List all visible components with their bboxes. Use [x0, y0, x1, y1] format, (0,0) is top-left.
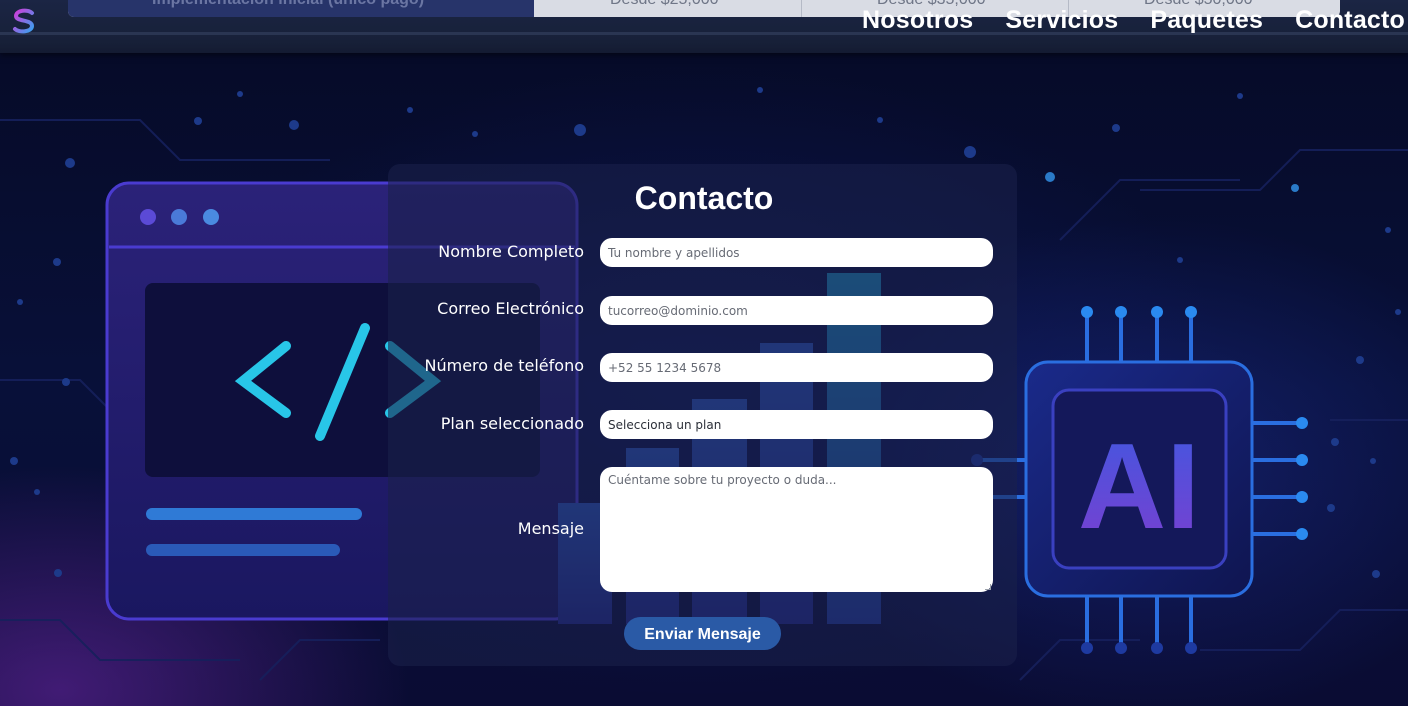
plan-label: Plan seleccionado — [440, 414, 584, 433]
main-nav: Nosotros Servicios Paquetes Contacto — [862, 6, 1405, 38]
email-label: Correo Electrónico — [437, 299, 584, 318]
name-placeholder: Tu nombre y apellidos — [608, 245, 740, 260]
pricing-cell: Desde $25,000 — [610, 0, 719, 9]
send-message-button[interactable]: Enviar Mensaje — [624, 617, 781, 650]
nav-link-contacto[interactable]: Contacto — [1295, 6, 1405, 38]
resize-handle-icon[interactable] — [985, 584, 991, 590]
nav-link-servicios[interactable]: Servicios — [1005, 6, 1118, 38]
message-textarea[interactable]: Cuéntame sobre tu proyecto o duda... — [600, 467, 993, 592]
brand-logo-icon[interactable] — [10, 7, 38, 35]
plan-select[interactable]: Selecciona un plan — [600, 410, 993, 439]
name-input[interactable]: Tu nombre y apellidos — [600, 238, 993, 267]
pricing-divider — [801, 0, 802, 17]
ai-chip-illustration: AI — [971, 306, 1308, 654]
pricing-heading: Implementación inicial (único pago) — [152, 0, 424, 9]
email-placeholder: tucorreo@dominio.com — [608, 303, 748, 318]
pricing-heading-cell: Implementación inicial (único pago) — [68, 0, 534, 17]
phone-label: Número de teléfono — [424, 356, 584, 375]
nav-link-paquetes[interactable]: Paquetes — [1150, 6, 1263, 38]
message-label: Mensaje — [517, 519, 584, 538]
message-placeholder: Cuéntame sobre tu proyecto o duda... — [608, 473, 837, 487]
phone-placeholder: +52 55 1234 5678 — [608, 360, 722, 375]
page: AI Implementación inicial (único pago) D… — [0, 0, 1408, 706]
email-input[interactable]: tucorreo@dominio.com — [600, 296, 993, 325]
phone-input[interactable]: +52 55 1234 5678 — [600, 353, 993, 382]
contact-title: Contacto — [634, 180, 774, 216]
ai-chip-label: AI — [1078, 418, 1200, 554]
plan-selected-value: Selecciona un plan — [608, 417, 722, 432]
nav-link-nosotros[interactable]: Nosotros — [862, 6, 973, 38]
name-label: Nombre Completo — [438, 242, 584, 261]
